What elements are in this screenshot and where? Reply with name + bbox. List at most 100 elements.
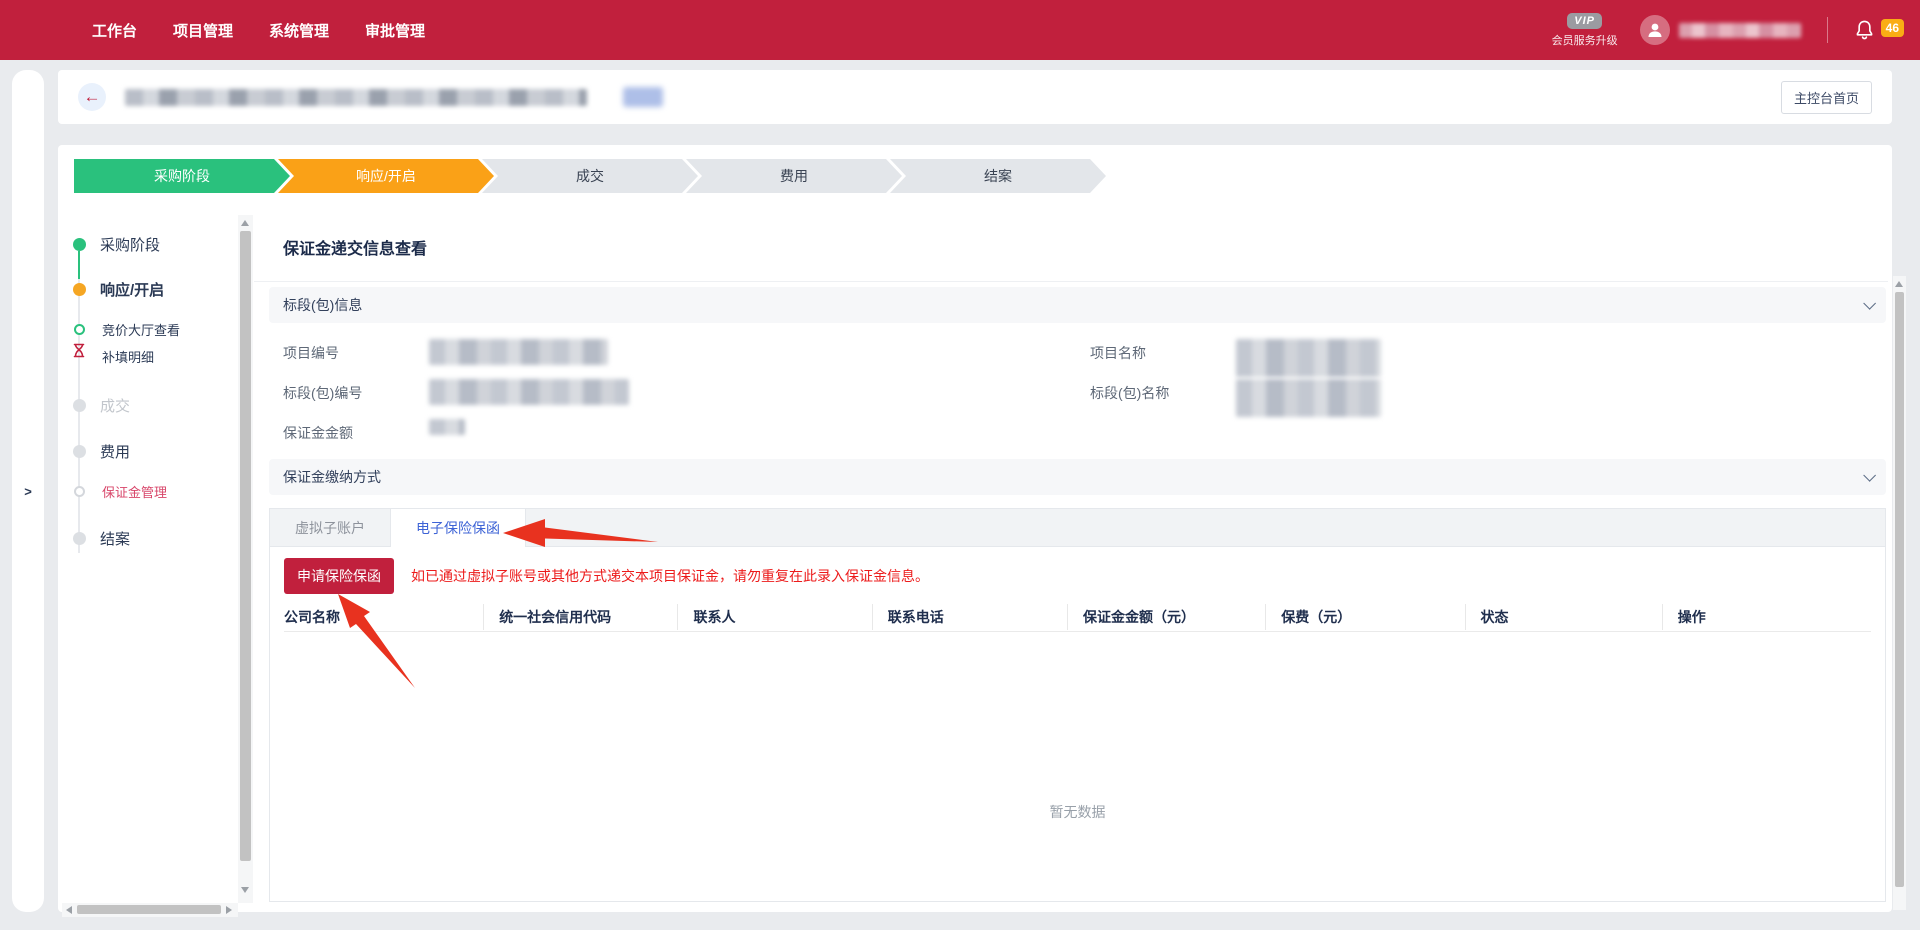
field-label: 标段(包)编号 [283,379,429,403]
vip-upgrade[interactable]: VIP 会员服务升级 [1552,13,1618,48]
field-lot-number: 标段(包)编号 [283,379,1078,419]
section-header-payment-method: 保证金缴纳方式 [269,459,1886,495]
field-label: 保证金金额 [283,419,429,443]
apply-insurance-guarantee-button[interactable]: 申请保险保函 [284,558,394,594]
field-value-redacted [1236,339,1381,377]
status-chip-redacted [623,87,663,107]
tab-electronic-insurance-guarantee[interactable]: 电子保险保函 [391,509,526,547]
nav-item-project-management[interactable]: 项目管理 [173,20,233,41]
sidebar-item-label: 补填明细 [102,347,154,366]
sidebar-item-bidding-hall[interactable]: 竞价大厅查看 [58,318,180,340]
col-deposit-amount: 保证金金额（元） [1067,604,1265,630]
scroll-up-icon[interactable] [241,220,249,226]
sidebar-item-closure[interactable]: 结案 [58,527,130,549]
field-value-redacted [429,379,629,405]
nav-item-workbench[interactable]: 工作台 [92,20,137,41]
field-project-name: 项目名称 [1078,339,1873,379]
user-name-redacted [1679,23,1801,38]
field-label: 标段(包)名称 [1090,379,1236,403]
field-value-redacted [1236,379,1381,417]
scroll-down-icon[interactable] [241,887,249,893]
empty-state-text: 暂无数据 [284,632,1871,822]
notifications[interactable]: 46 [1854,19,1904,41]
page: { "nav": { "items": ["工作台", "项目管理", "系统管… [0,0,1920,930]
payment-method-panel: 虚拟子账户 电子保险保函 申请保险保函 如已通过虚拟子账号或其他方式递交本项目保… [269,508,1886,902]
content-area: 保证金递交信息查看 标段(包)信息 项目编号 项目名称 标段(包)编号 标段(包… [254,215,1888,902]
nav-right: VIP 会员服务升级 46 [1552,13,1920,48]
avatar [1640,15,1670,45]
field-value-redacted [429,339,608,365]
col-premium: 保费（元） [1265,604,1464,630]
sidebar-item-label: 采购阶段 [100,234,160,255]
field-label: 项目名称 [1090,339,1236,363]
section-title: 保证金缴纳方式 [283,467,381,487]
col-status: 状态 [1465,604,1662,630]
panel-collapse-strip[interactable]: > [12,70,44,912]
col-company-name: 公司名称 [284,607,483,627]
scrollbar-thumb[interactable] [77,905,221,914]
tab-bar: 虚拟子账户 电子保险保函 [270,509,1885,547]
sidebar-item-deal[interactable]: 成交 [58,394,130,416]
nav-item-system-management[interactable]: 系统管理 [269,20,329,41]
step-response-open[interactable]: 响应/开启 [278,159,494,193]
tab-virtual-subaccount[interactable]: 虚拟子账户 [270,509,391,546]
vip-icon: VIP [1567,13,1602,29]
sidebar-horizontal-scrollbar[interactable] [62,903,238,917]
col-contact-phone: 联系电话 [872,604,1067,630]
guarantee-table-header: 公司名称 统一社会信用代码 联系人 联系电话 保证金金额（元） 保费（元） 状态… [284,602,1871,632]
divider [254,281,1888,282]
sidebar-item-label: 成交 [100,395,130,416]
breadcrumb-title-redacted [125,89,587,106]
timeline-line-done [78,251,80,279]
vip-caption: 会员服务升级 [1552,32,1618,48]
hourglass-icon [73,343,85,358]
chevron-down-icon[interactable] [1863,297,1876,310]
section-title: 标段(包)信息 [283,295,362,315]
person-icon [1646,21,1664,39]
field-project-number: 项目编号 [283,339,1078,379]
dot-gray-icon [73,445,86,458]
step-deal[interactable]: 成交 [482,159,698,193]
chevron-down-icon[interactable] [1863,469,1876,482]
sidebar-item-label: 费用 [100,441,130,462]
sidebar-item-procurement-phase[interactable]: 采购阶段 [58,233,160,255]
scroll-up-icon[interactable] [1895,281,1903,287]
bell-icon [1854,19,1875,41]
back-button[interactable]: ← [78,83,106,111]
sidebar-item-label: 竞价大厅查看 [102,320,180,339]
page-title: 保证金递交信息查看 [283,235,1888,259]
sidebar-item-response-open[interactable]: 响应/开启 [58,278,164,300]
section-header-lot-info: 标段(包)信息 [269,287,1886,323]
scroll-right-icon[interactable] [226,906,232,914]
duplicate-deposit-warning: 如已通过虚拟子账号或其他方式递交本项目保证金，请勿重复在此录入保证金信息。 [411,566,929,586]
scrollbar-thumb[interactable] [240,231,251,861]
sidebar-item-label: 保证金管理 [102,482,167,501]
field-deposit-amount: 保证金金额 [283,419,1078,459]
col-actions: 操作 [1662,604,1871,630]
step-fees[interactable]: 费用 [686,159,902,193]
top-nav: 工作台 项目管理 系统管理 审批管理 VIP 会员服务升级 46 [0,0,1920,60]
sidebar-item-fees[interactable]: 费用 [58,440,130,462]
step-closure[interactable]: 结案 [890,159,1106,193]
field-empty [1078,419,1873,459]
page-header-card: ← 主控台首页 [58,70,1892,124]
dot-green-icon [73,238,86,251]
nav-divider [1827,17,1828,43]
col-social-credit-code: 统一社会信用代码 [483,604,677,630]
field-label: 项目编号 [283,339,429,363]
console-home-button[interactable]: 主控台首页 [1781,81,1872,114]
scroll-left-icon[interactable] [66,906,72,914]
tab-content: 申请保险保函 如已通过虚拟子账号或其他方式递交本项目保证金，请勿重复在此录入保证… [270,547,1885,822]
step-procurement-phase[interactable]: 采购阶段 [74,159,290,193]
lot-info-fields: 项目编号 项目名称 标段(包)编号 标段(包)名称 保证金金额 [254,323,1888,459]
phase-stepper: 采购阶段 响应/开启 成交 费用 结案 [74,159,1106,193]
dot-orange-icon [73,283,86,296]
sidebar-vertical-scrollbar[interactable] [238,215,253,903]
sidebar-item-deposit-management[interactable]: 保证金管理 [58,480,167,502]
scrollbar-thumb[interactable] [1895,292,1904,887]
dot-gray-icon [73,532,86,545]
nav-item-approval-management[interactable]: 审批管理 [365,20,425,41]
sidebar-item-supplement-details[interactable]: 补填明细 [58,345,154,367]
user-block[interactable] [1640,15,1801,45]
content-vertical-scrollbar[interactable] [1893,276,1906,910]
